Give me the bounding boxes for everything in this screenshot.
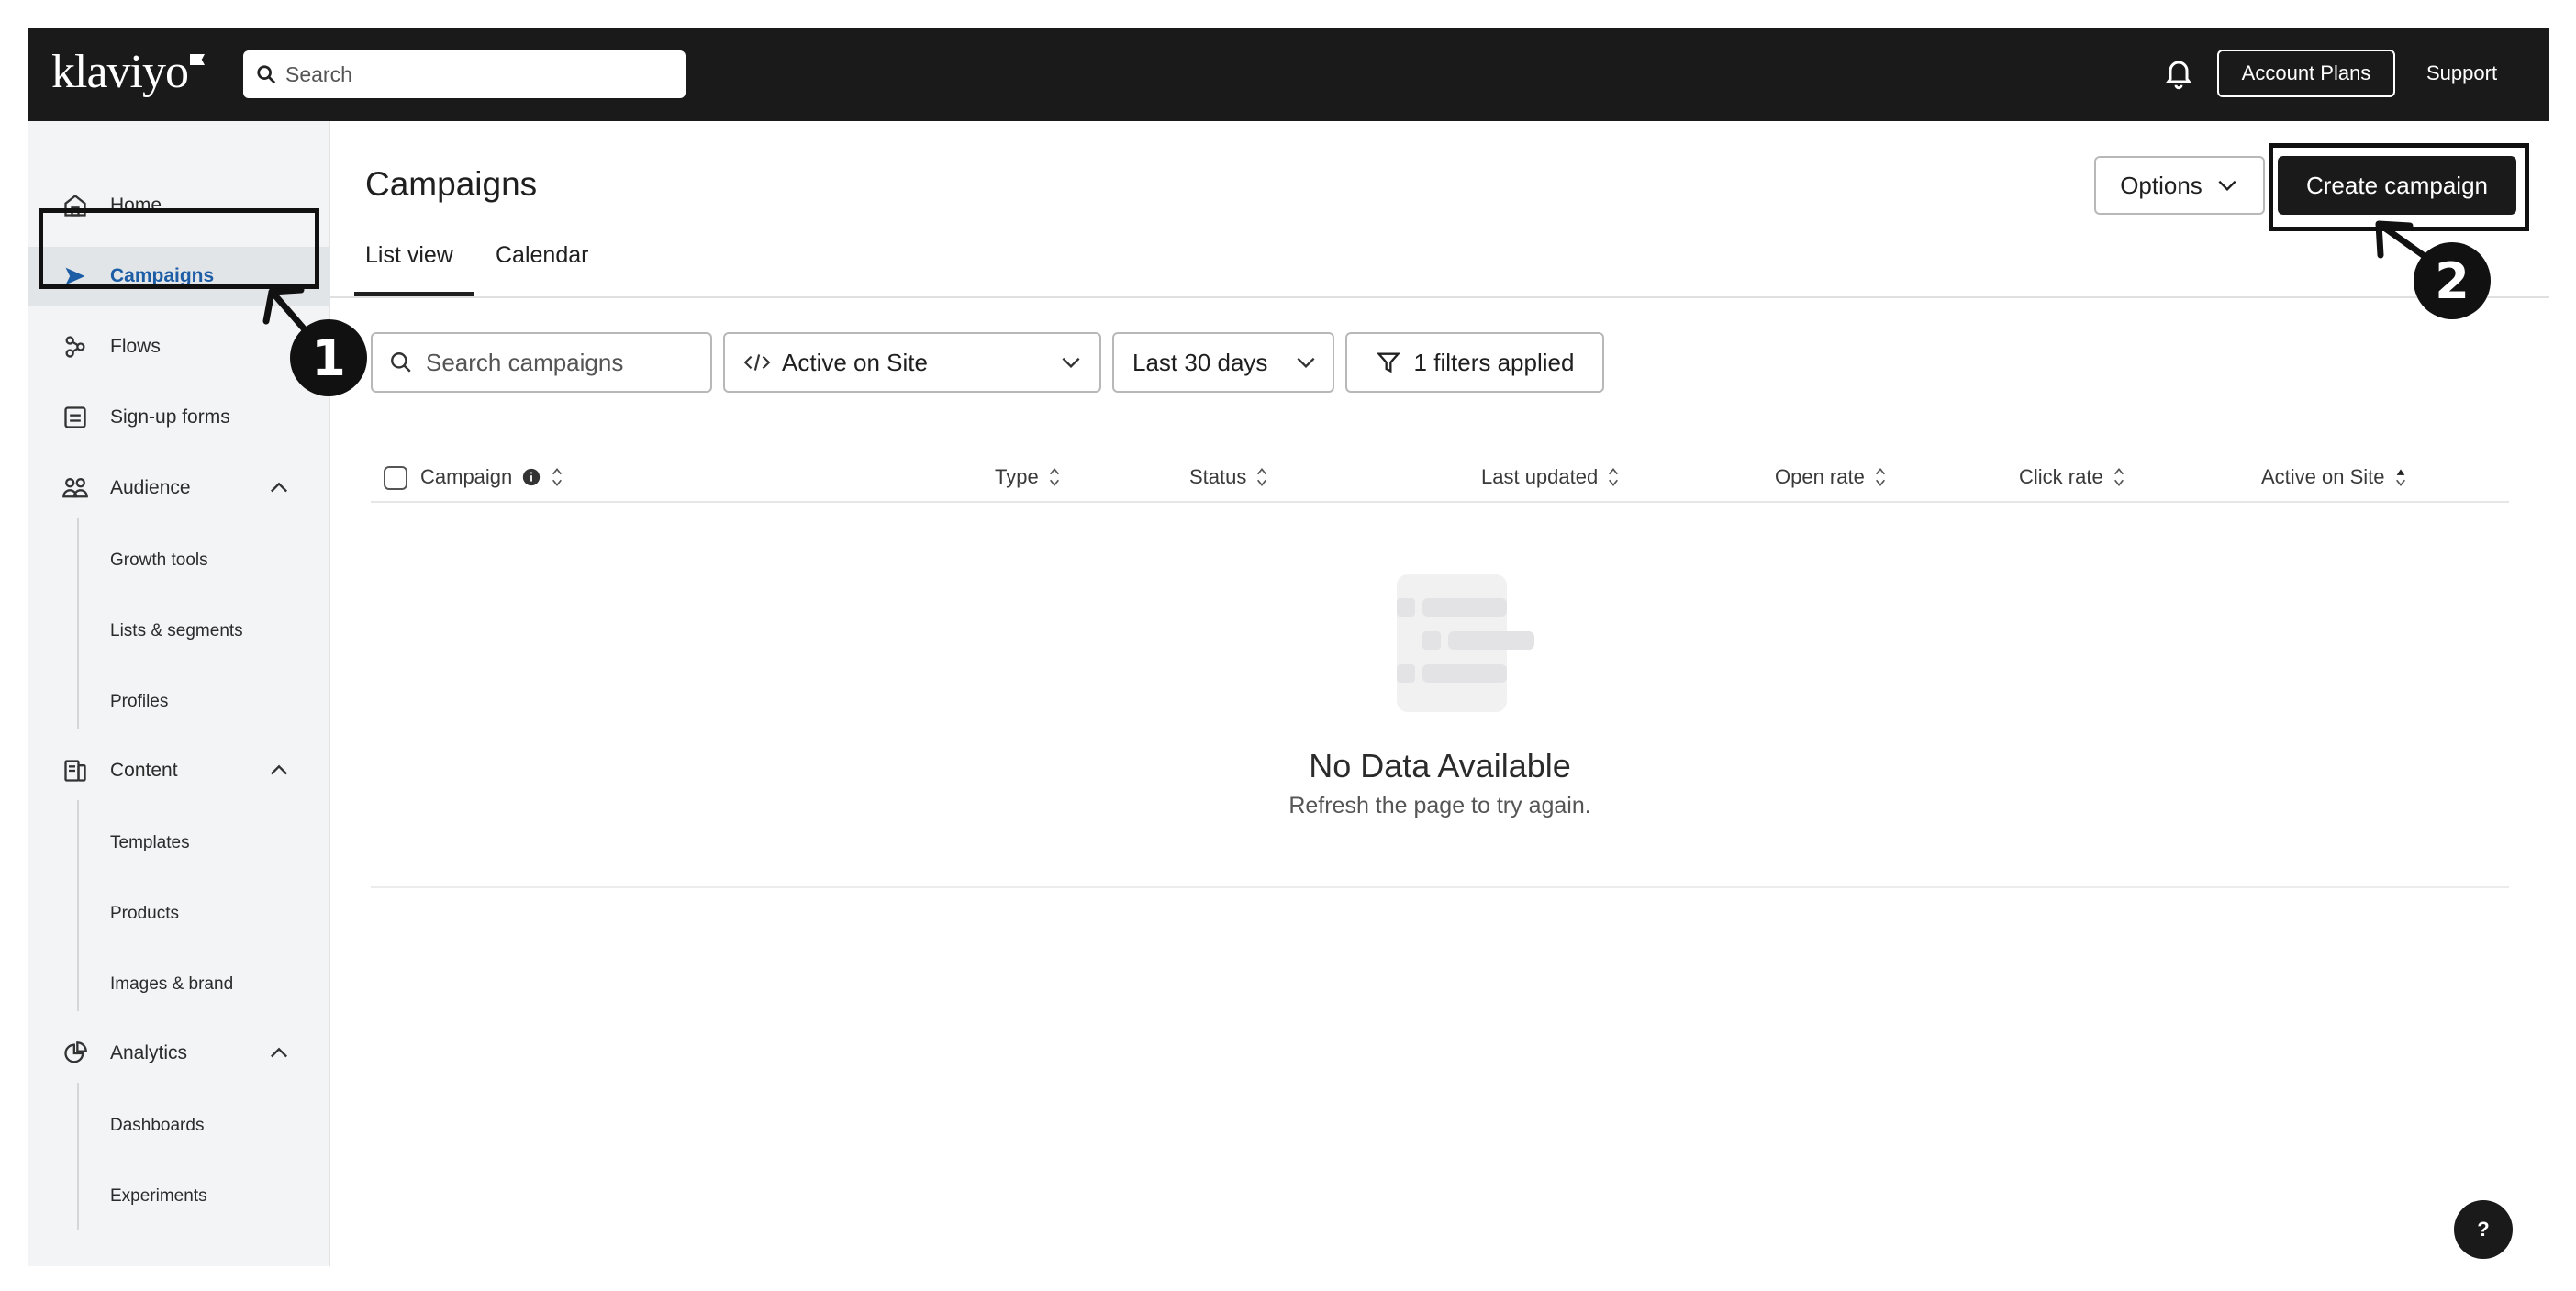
column-label: Click rate — [2019, 465, 2103, 488]
search-icon — [391, 352, 411, 373]
date-select-value: Last 30 days — [1132, 348, 1268, 376]
annotation-marker-2: 2 — [2414, 242, 2491, 319]
sort-icon — [1875, 467, 1885, 487]
empty-state-subtitle: Refresh the page to try again. — [1288, 793, 1591, 818]
sort-icon — [1049, 467, 1059, 487]
page-title: Campaigns — [365, 165, 538, 203]
sort-icon — [2113, 467, 2124, 487]
column-label: Open rate — [1775, 465, 1865, 488]
sidebar-item-label: Content — [110, 760, 178, 781]
app-window: klaviyo Account Plans Support Home Campa… — [28, 28, 2549, 1266]
content-icon — [61, 756, 90, 785]
help-button[interactable]: ? — [2454, 1200, 2513, 1259]
account-plans-button[interactable]: Account Plans — [2217, 50, 2395, 97]
sidebar-subitem-experiments[interactable]: Experiments — [110, 1174, 207, 1219]
top-bar: klaviyo Account Plans Support — [28, 28, 2549, 121]
column-label: Type — [995, 465, 1039, 488]
column-label: Last updated — [1481, 465, 1599, 488]
chevron-up-icon[interactable] — [266, 1041, 292, 1066]
analytics-icon — [61, 1039, 90, 1068]
sort-descending-icon — [2395, 469, 2405, 487]
column-click-rate[interactable]: Click rate — [2019, 459, 2125, 495]
column-open-rate[interactable]: Open rate — [1775, 459, 1887, 495]
audience-icon — [61, 473, 90, 503]
active-select-value: Active on Site — [782, 348, 928, 376]
info-icon — [523, 468, 541, 486]
chevron-down-icon — [1297, 357, 1315, 369]
audience-sub-line — [77, 518, 79, 729]
sidebar-subitem-profiles[interactable]: Profiles — [110, 679, 168, 725]
table-header: Campaign Type Status Last updated Open r… — [371, 459, 2509, 503]
date-range-select[interactable]: Last 30 days — [1112, 332, 1334, 393]
sidebar-item-audience[interactable]: Audience — [28, 459, 330, 518]
column-last-updated[interactable]: Last updated — [1481, 459, 1620, 495]
search-campaigns-input[interactable] — [426, 348, 692, 377]
global-search[interactable] — [243, 50, 686, 98]
analytics-sub-line — [77, 1083, 79, 1230]
sidebar-subitem-images-brand[interactable]: Images & brand — [110, 962, 233, 1007]
logo-text: klaviyo — [51, 45, 189, 98]
column-active-on-site[interactable]: Active on Site — [2261, 459, 2407, 495]
active-on-site-select[interactable]: Active on Site — [723, 332, 1101, 393]
chevron-down-icon — [1062, 357, 1080, 369]
code-icon — [743, 354, 771, 371]
options-label: Options — [2120, 171, 2202, 199]
logo-flag-icon — [189, 54, 205, 65]
column-campaign[interactable]: Campaign — [420, 459, 563, 495]
flows-icon — [61, 332, 90, 362]
column-label: Status — [1189, 465, 1247, 488]
empty-table-illustration-icon — [1397, 574, 1534, 712]
tabs-divider — [330, 296, 2549, 298]
sidebar-subitem-templates[interactable]: Templates — [110, 820, 190, 866]
tab-calendar[interactable]: Calendar — [496, 242, 588, 269]
select-all-checkbox[interactable] — [384, 466, 407, 490]
sidebar-item-content[interactable]: Content — [28, 741, 330, 800]
sort-icon — [1609, 467, 1619, 487]
sidebar-item-label: Sign-up forms — [110, 406, 230, 428]
chevron-up-icon[interactable] — [266, 475, 292, 501]
column-label: Campaign — [420, 465, 513, 488]
chevron-up-icon[interactable] — [266, 758, 292, 784]
sort-icon — [1257, 467, 1267, 487]
empty-state-title: No Data Available — [1309, 747, 1571, 785]
filter-icon — [1376, 352, 1400, 373]
search-icon — [257, 65, 276, 84]
sidebar-item-label: Audience — [110, 477, 191, 498]
global-search-input[interactable] — [285, 61, 652, 87]
filters-button[interactable]: 1 filters applied — [1345, 332, 1604, 393]
filters-applied-label: 1 filters applied — [1413, 348, 1575, 376]
bell-icon[interactable] — [2162, 57, 2195, 90]
tab-list-view[interactable]: List view — [365, 242, 453, 269]
chevron-down-icon — [2218, 180, 2236, 192]
column-label: Active on Site — [2261, 465, 2385, 488]
search-campaigns-field[interactable] — [371, 332, 712, 393]
sidebar-subitem-growth-tools[interactable]: Growth tools — [110, 538, 208, 584]
sidebar-subitem-products[interactable]: Products — [110, 891, 179, 937]
content-sub-line — [77, 800, 79, 1011]
options-button[interactable]: Options — [2094, 156, 2265, 215]
sidebar-item-label: Analytics — [110, 1042, 188, 1063]
sidebar-item-signup-forms[interactable]: Sign-up forms — [28, 388, 330, 447]
column-type[interactable]: Type — [995, 459, 1061, 495]
table-bottom-divider — [371, 886, 2509, 888]
support-link[interactable]: Support — [2426, 50, 2497, 97]
column-status[interactable]: Status — [1189, 459, 1268, 495]
form-icon — [61, 403, 90, 432]
annotation-marker-1: 1 — [290, 319, 367, 396]
sort-icon — [552, 467, 563, 487]
klaviyo-logo[interactable]: klaviyo — [51, 44, 205, 99]
sidebar-item-label: Flows — [110, 336, 161, 357]
sidebar-subitem-lists-segments[interactable]: Lists & segments — [110, 608, 243, 654]
sidebar-item-analytics[interactable]: Analytics — [28, 1024, 330, 1083]
sidebar-subitem-dashboards[interactable]: Dashboards — [110, 1103, 204, 1149]
